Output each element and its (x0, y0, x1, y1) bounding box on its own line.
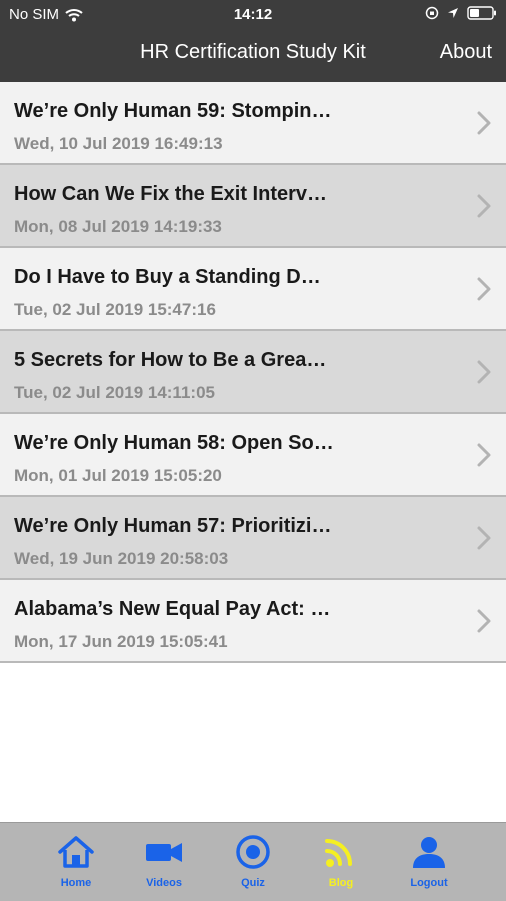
tab-home-label: Home (60, 877, 92, 889)
list-item[interactable]: Alabama’s New Equal Pay Act: … Mon, 17 J… (0, 580, 506, 663)
status-bar: No SIM 14:12 (0, 0, 506, 30)
chevron-right-icon (477, 360, 491, 384)
chevron-right-icon (477, 443, 491, 467)
person-icon (413, 837, 445, 868)
tab-videos[interactable]: Videos (124, 835, 204, 889)
post-title: Do I Have to Buy a Standing D… (14, 266, 321, 288)
list-item[interactable]: Do I Have to Buy a Standing D… Tue, 02 J… (0, 248, 506, 331)
about-button[interactable]: About (440, 41, 492, 64)
post-date: Tue, 02 Jul 2019 15:47:16 (14, 300, 216, 319)
tab-logout-label: Logout (410, 877, 448, 889)
battery-icon (467, 6, 496, 20)
chevron-right-icon (477, 194, 491, 218)
target-icon (236, 835, 270, 869)
post-date: Mon, 08 Jul 2019 14:19:33 (14, 217, 222, 236)
list-item[interactable]: We’re Only Human 59: Stompin… Wed, 10 Ju… (0, 82, 506, 165)
post-title: How Can We Fix the Exit Interv… (14, 183, 328, 205)
post-title: Alabama’s New Equal Pay Act: … (14, 598, 331, 620)
list-item[interactable]: 5 Secrets for How to Be a Grea… Tue, 02 … (0, 331, 506, 414)
post-title: We’re Only Human 57: Prioritizi… (14, 515, 332, 537)
blog-post-list: We’re Only Human 59: Stompin… Wed, 10 Ju… (0, 82, 506, 663)
page-title: HR Certification Study Kit (140, 41, 366, 63)
tab-logout[interactable]: Logout (389, 835, 469, 889)
list-item[interactable]: We’re Only Human 57: Prioritizi… Wed, 19… (0, 497, 506, 580)
list-item[interactable]: We’re Only Human 58: Open So… Mon, 01 Ju… (0, 414, 506, 497)
tab-home[interactable]: Home (36, 835, 116, 889)
post-date: Wed, 10 Jul 2019 16:49:13 (14, 134, 223, 153)
post-date: Mon, 01 Jul 2019 15:05:20 (14, 466, 222, 485)
list-item[interactable]: How Can We Fix the Exit Interv… Mon, 08 … (0, 165, 506, 248)
chevron-right-icon (477, 526, 491, 550)
tab-blog[interactable]: Blog (301, 835, 381, 889)
chevron-right-icon (477, 277, 491, 301)
tab-quiz[interactable]: Quiz (213, 835, 293, 889)
tab-videos-label: Videos (146, 877, 182, 889)
post-title: 5 Secrets for How to Be a Grea… (14, 349, 327, 371)
status-icons (425, 6, 497, 20)
chevron-right-icon (477, 609, 491, 633)
tab-quiz-label: Quiz (241, 877, 265, 889)
location-icon (448, 8, 458, 18)
navigation-header: No SIM 14:12 HR Certification Study Kit (0, 0, 506, 82)
post-date: Wed, 19 Jun 2019 20:58:03 (14, 549, 229, 568)
post-title: We’re Only Human 59: Stompin… (14, 100, 332, 122)
post-title: We’re Only Human 58: Open So… (14, 432, 334, 454)
rss-icon (325, 839, 352, 867)
orientation-lock-icon (425, 6, 439, 20)
home-icon (58, 836, 94, 868)
post-date: Mon, 17 Jun 2019 15:05:41 (14, 632, 228, 651)
chevron-right-icon (477, 111, 491, 135)
post-date: Tue, 02 Jul 2019 14:11:05 (14, 383, 215, 402)
tab-bar: Home Videos Quiz Blog Logout (0, 822, 506, 901)
tab-blog-label: Blog (328, 877, 354, 889)
video-camera-icon (146, 843, 182, 862)
